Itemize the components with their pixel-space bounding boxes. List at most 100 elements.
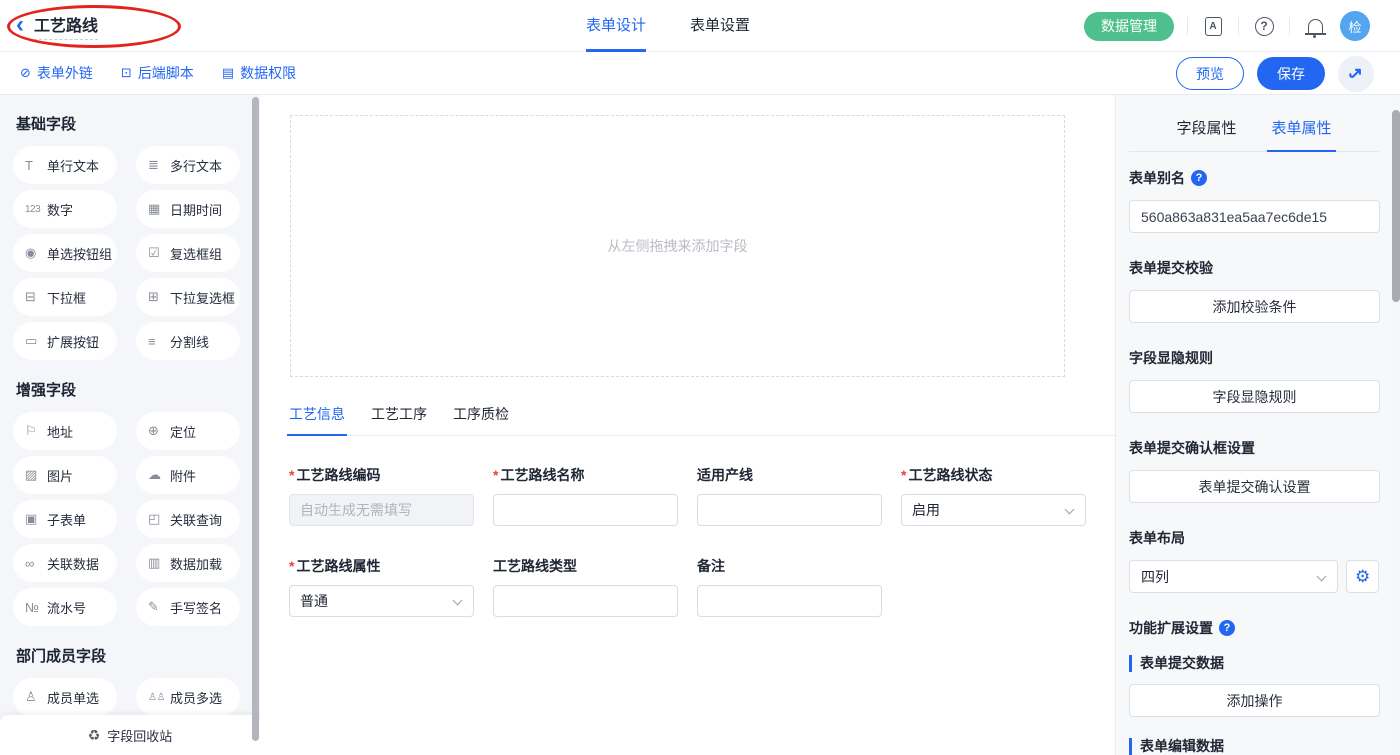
gear-icon: ⚙ bbox=[1355, 567, 1370, 587]
avatar[interactable]: 检 bbox=[1340, 11, 1370, 41]
page-title: 工艺路线 bbox=[34, 12, 98, 40]
field-route-type: 工艺路线类型 bbox=[493, 556, 678, 617]
sidebar-item-member-single[interactable]: ♙ 成员单选 bbox=[13, 678, 117, 716]
header-tabs: 表单设计 表单设置 bbox=[586, 0, 750, 52]
add-validation-button[interactable]: 添加校验条件 bbox=[1129, 290, 1380, 323]
single-line-text-icon: T bbox=[25, 158, 47, 173]
sidebar-item-single-line-text[interactable]: T 单行文本 bbox=[13, 146, 117, 184]
back-icon[interactable]: ‹ bbox=[16, 13, 24, 37]
sidebar-item-divider-line[interactable]: ≡ 分割线 bbox=[136, 322, 240, 360]
member-multi-icon: ♙♙ bbox=[148, 692, 170, 703]
field-product-line: 适用产线 bbox=[697, 465, 882, 526]
route-type-input[interactable] bbox=[493, 585, 678, 617]
radio-group-icon: ◉ bbox=[25, 245, 47, 261]
field-visibility-button[interactable]: 字段显隐规则 bbox=[1129, 380, 1380, 413]
route-name-input[interactable] bbox=[493, 494, 678, 526]
tab-form-props[interactable]: 表单属性 bbox=[1267, 109, 1335, 152]
field-visibility-group: 字段显隐规则 字段显隐规则 bbox=[1129, 348, 1379, 413]
divider bbox=[1187, 17, 1188, 35]
form-toolbar: ⊘ 表单外链 ⊡ 后端脚本 ▤ 数据权限 预览 保存 ↪ bbox=[0, 52, 1400, 95]
serial-number-icon: № bbox=[25, 600, 47, 615]
remark-input[interactable] bbox=[697, 585, 882, 617]
save-button[interactable]: 保存 bbox=[1257, 57, 1325, 90]
help-icon[interactable]: ? bbox=[1252, 14, 1276, 38]
field-route-code: 工艺路线编码 bbox=[289, 465, 474, 526]
sidebar-item-serial-number[interactable]: № 流水号 bbox=[13, 588, 117, 626]
data-manage-button[interactable]: 数据管理 bbox=[1084, 12, 1174, 41]
chevron-down-icon bbox=[1065, 505, 1075, 515]
sidebar-item-location[interactable]: ⊕ 定位 bbox=[136, 412, 240, 450]
field-dropzone[interactable]: 从左侧拖拽来添加字段 bbox=[290, 115, 1065, 377]
image-icon: ▨ bbox=[25, 467, 47, 483]
submit-data-subtitle: 表单提交数据 bbox=[1129, 655, 1379, 672]
sidebar-item-attachment[interactable]: ☁ 附件 bbox=[136, 456, 240, 494]
divider bbox=[1289, 17, 1290, 35]
sidebar-item-related-query[interactable]: ◰ 关联查询 bbox=[136, 500, 240, 538]
data-permission-link[interactable]: ▤ 数据权限 bbox=[222, 63, 296, 83]
tab-form-design[interactable]: 表单设计 bbox=[586, 0, 646, 52]
sidebar-item-extend-button[interactable]: ▭ 扩展按钮 bbox=[13, 322, 117, 360]
share-icon: ↪ bbox=[1344, 61, 1368, 85]
sidebar-item-image[interactable]: ▨ 图片 bbox=[13, 456, 117, 494]
sidebar-item-multi-line-text[interactable]: ≣ 多行文本 bbox=[136, 146, 240, 184]
form-layout-select[interactable]: 四列 bbox=[1129, 560, 1338, 593]
tab-form-settings[interactable]: 表单设置 bbox=[690, 0, 750, 52]
sidebar-item-radio-group[interactable]: ◉ 单选按钮组 bbox=[13, 234, 117, 272]
sidebar-item-dropdown[interactable]: ⊟ 下拉框 bbox=[13, 278, 117, 316]
form-layout-title: 表单布局 bbox=[1129, 528, 1379, 548]
form-external-link[interactable]: ⊘ 表单外链 bbox=[20, 63, 93, 83]
route-attr-select[interactable]: 普通 bbox=[289, 585, 474, 617]
sidebar-item-multi-dropdown[interactable]: ⊞ 下拉复选框 bbox=[136, 278, 240, 316]
signature-icon: ✎ bbox=[148, 599, 170, 615]
preview-button[interactable]: 预览 bbox=[1176, 57, 1244, 90]
add-operation-submit-button[interactable]: 添加操作 bbox=[1129, 684, 1380, 717]
page-scrollbar[interactable] bbox=[1392, 95, 1400, 755]
product-line-input[interactable] bbox=[697, 494, 882, 526]
address-book-icon[interactable]: A bbox=[1201, 14, 1225, 38]
share-button[interactable]: ↪ bbox=[1338, 56, 1374, 92]
form-alias-input[interactable] bbox=[1129, 200, 1380, 233]
enhanced-fields-grid: ⚐ 地址 ⊕ 定位 ▨ 图片 ☁ 附件 ▣ 子表单 ◰ 关联查询 ∞ 关联数据 bbox=[13, 412, 260, 626]
basic-fields-grid: T 单行文本 ≣ 多行文本 123 数字 ▦ 日期时间 ◉ 单选按钮组 ☑ 复选… bbox=[13, 146, 260, 360]
help-icon[interactable]: ? bbox=[1191, 170, 1207, 186]
permission-icon: ▤ bbox=[222, 65, 234, 81]
canvas-tabs: 工艺信息 工艺工序 工序质检 bbox=[287, 404, 1115, 436]
sidebar-item-related-data[interactable]: ∞ 关联数据 bbox=[13, 544, 117, 582]
backend-script-link[interactable]: ⊡ 后端脚本 bbox=[121, 63, 194, 83]
sidebar-item-datetime[interactable]: ▦ 日期时间 bbox=[136, 190, 240, 228]
form-row: 工艺路线编码 工艺路线名称 适用产线 工艺路线状态 启用 bbox=[289, 465, 1115, 526]
field-route-attr: 工艺路线属性 普通 bbox=[289, 556, 474, 617]
tab-field-props[interactable]: 字段属性 bbox=[1172, 109, 1240, 152]
data-load-icon: ▥ bbox=[148, 555, 170, 571]
sidebar-item-subform[interactable]: ▣ 子表单 bbox=[13, 500, 117, 538]
sidebar-scrollbar[interactable] bbox=[252, 97, 259, 741]
sidebar-item-number[interactable]: 123 数字 bbox=[13, 190, 117, 228]
sidebar-item-member-multi[interactable]: ♙♙ 成员多选 bbox=[136, 678, 240, 716]
route-status-select[interactable]: 启用 bbox=[901, 494, 1086, 526]
layout-settings-gear-button[interactable]: ⚙ bbox=[1346, 560, 1379, 593]
properties-panel: 字段属性 表单属性 表单别名 ? 表单提交校验 添加校验条件 字段显隐规则 字段… bbox=[1115, 95, 1400, 755]
page-scrollbar-thumb[interactable] bbox=[1392, 110, 1400, 302]
field-remark: 备注 bbox=[697, 556, 882, 617]
multi-line-text-icon: ≣ bbox=[148, 157, 170, 173]
datetime-icon: ▦ bbox=[148, 201, 170, 217]
dropzone-hint: 从左侧拖拽来添加字段 bbox=[608, 236, 748, 256]
extension-settings-title: 功能扩展设置 bbox=[1129, 618, 1213, 638]
submit-confirm-button[interactable]: 表单提交确认设置 bbox=[1129, 470, 1380, 503]
help-icon[interactable]: ? bbox=[1219, 620, 1235, 636]
tab-process-steps[interactable]: 工艺工序 bbox=[369, 404, 429, 436]
sidebar-item-signature[interactable]: ✎ 手写签名 bbox=[136, 588, 240, 626]
field-visibility-title: 字段显隐规则 bbox=[1129, 348, 1379, 368]
sidebar-item-checkbox-group[interactable]: ☑ 复选框组 bbox=[136, 234, 240, 272]
sidebar-item-data-load[interactable]: ▥ 数据加载 bbox=[136, 544, 240, 582]
form-alias-title: 表单别名 bbox=[1129, 168, 1185, 188]
form-row: 工艺路线属性 普通 工艺路线类型 备注 bbox=[289, 556, 1115, 617]
tab-process-info[interactable]: 工艺信息 bbox=[287, 404, 347, 436]
location-icon: ⊕ bbox=[148, 423, 170, 439]
sidebar-item-address[interactable]: ⚐ 地址 bbox=[13, 412, 117, 450]
bell-icon[interactable] bbox=[1303, 14, 1327, 38]
field-recycle-bin[interactable]: ♻ 字段回收站 bbox=[0, 715, 260, 755]
route-code-input[interactable] bbox=[289, 494, 474, 526]
tab-step-inspection[interactable]: 工序质检 bbox=[451, 404, 511, 436]
field-palette-sidebar: 基础字段 T 单行文本 ≣ 多行文本 123 数字 ▦ 日期时间 ◉ 单选按钮组… bbox=[0, 95, 260, 755]
